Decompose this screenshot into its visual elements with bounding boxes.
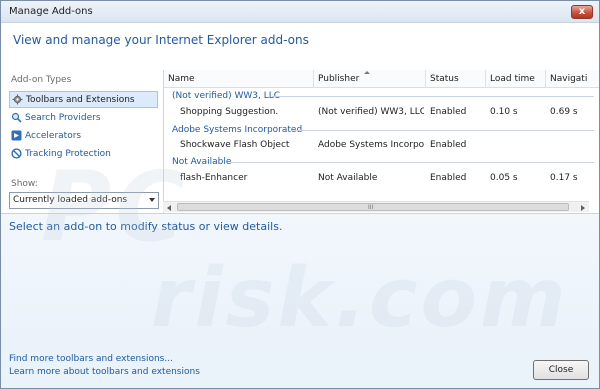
nav-item-label: Toolbars and Extensions xyxy=(26,94,135,105)
nav-item-tracking-protection[interactable]: Tracking Protection xyxy=(9,145,158,162)
search-icon xyxy=(11,112,22,123)
group-divider xyxy=(230,162,594,163)
nav-item-label: Search Providers xyxy=(25,112,101,123)
cell-name: Shockwave Flash Object xyxy=(180,140,290,150)
header: View and manage your Internet Explorer a… xyxy=(1,23,599,69)
cell-status: Enabled xyxy=(430,140,467,150)
cell-publisher: Not Available xyxy=(318,173,378,183)
addon-types-label: Add-on Types xyxy=(11,75,72,85)
page-title: View and manage your Internet Explorer a… xyxy=(13,33,309,47)
group-name: Adobe Systems Incorporated xyxy=(172,125,303,135)
group-name: Not Available xyxy=(172,157,232,167)
addons-list: Name Publisher Status Load time Navigati… xyxy=(163,70,599,213)
close-button[interactable]: Close xyxy=(533,360,589,380)
column-header-publisher[interactable]: Publisher xyxy=(314,70,426,88)
window-close-button[interactable]: x xyxy=(571,5,593,19)
sort-up-icon xyxy=(364,71,370,74)
cell-load-time: 0.05 s xyxy=(490,173,518,183)
cell-status: Enabled xyxy=(430,173,467,183)
group-header: (Not verified) WW3, LLC xyxy=(164,89,599,103)
addon-types-panel: Add-on Types Toolbars and Extensions Sea… xyxy=(9,71,164,216)
cell-navigation: 0.17 s xyxy=(550,173,578,183)
block-icon xyxy=(11,148,22,159)
details-message: Select an add-on to modify status or vie… xyxy=(9,220,283,233)
scroll-left-icon[interactable] xyxy=(167,205,171,211)
group-header: Not Available xyxy=(164,155,599,169)
table-row[interactable]: Shopping Suggestion. (Not verified) WW3,… xyxy=(164,103,599,121)
scroll-thumb[interactable]: III xyxy=(177,203,569,211)
cell-name: flash-Enhancer xyxy=(180,173,248,183)
column-header-status[interactable]: Status xyxy=(426,70,486,88)
footer: Find more toolbars and extensions... Lea… xyxy=(1,351,599,388)
show-select-value: Currently loaded add-ons xyxy=(13,195,128,205)
nav-item-toolbars-extensions[interactable]: Toolbars and Extensions xyxy=(9,91,158,108)
nav-item-accelerators[interactable]: Accelerators xyxy=(9,127,158,144)
cell-publisher: (Not verified) WW3, LLC xyxy=(318,107,424,117)
cell-publisher: Adobe Systems Incorpor... xyxy=(318,140,424,150)
horizontal-scrollbar[interactable]: III xyxy=(163,201,589,212)
learn-more-link[interactable]: Learn more about toolbars and extensions xyxy=(9,367,200,377)
cell-status: Enabled xyxy=(430,107,467,117)
cell-load-time: 0.10 s xyxy=(490,107,518,117)
table-row[interactable]: Shockwave Flash Object Adobe Systems Inc… xyxy=(164,136,599,154)
show-label: Show: xyxy=(11,179,38,189)
column-header-load-time[interactable]: Load time xyxy=(486,70,546,88)
cell-navigation: 0.69 s xyxy=(550,107,578,117)
nav-item-label: Accelerators xyxy=(25,130,82,141)
group-divider xyxy=(292,130,594,131)
title-bar[interactable]: Manage Add-ons x xyxy=(1,1,599,23)
find-more-link[interactable]: Find more toolbars and extensions... xyxy=(9,354,173,364)
nav-item-label: Tracking Protection xyxy=(25,148,111,159)
chevron-down-icon xyxy=(149,198,155,202)
column-header-navigation[interactable]: Navigati xyxy=(546,70,599,88)
accelerator-icon xyxy=(11,130,22,141)
nav-item-search-providers[interactable]: Search Providers xyxy=(9,109,158,126)
cell-name: Shopping Suggestion. xyxy=(180,107,279,117)
table-row[interactable]: flash-Enhancer Not Available Enabled 0.0… xyxy=(164,169,599,187)
group-name: (Not verified) WW3, LLC xyxy=(172,91,281,101)
gear-icon xyxy=(12,94,23,105)
column-header-name[interactable]: Name xyxy=(164,70,314,88)
window-title: Manage Add-ons xyxy=(9,6,93,17)
group-header: Adobe Systems Incorporated xyxy=(164,123,599,137)
column-header-publisher-label: Publisher xyxy=(318,74,360,84)
scroll-grip: III xyxy=(368,204,374,211)
details-pane: Select an add-on to modify status or vie… xyxy=(1,213,599,351)
scroll-right-icon[interactable] xyxy=(581,205,585,211)
manage-addons-window: Manage Add-ons x View and manage your In… xyxy=(0,0,600,389)
group-divider xyxy=(272,96,594,97)
show-select[interactable]: Currently loaded add-ons xyxy=(9,192,159,209)
